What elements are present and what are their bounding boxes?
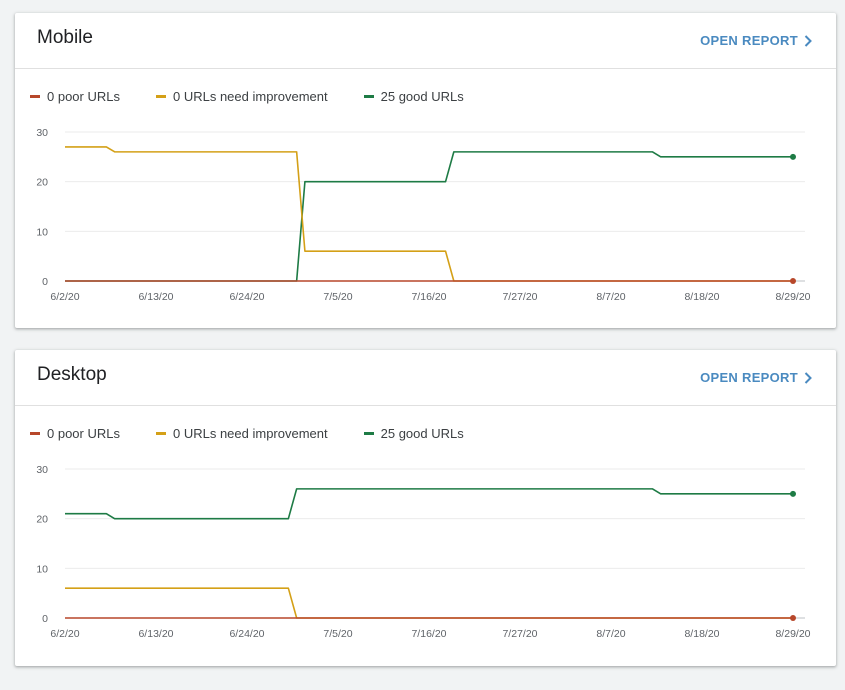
y-tick-label: 30 — [36, 464, 48, 476]
x-tick-label: 6/13/20 — [138, 628, 173, 640]
series-end-point-poor[interactable] — [790, 278, 796, 284]
x-tick-label: 7/16/20 — [411, 291, 446, 303]
x-tick-label: 6/24/20 — [229, 291, 264, 303]
series-line-good[interactable] — [65, 151, 793, 282]
x-tick-label: 8/29/20 — [775, 628, 810, 640]
series-line-needs-improvement[interactable] — [65, 146, 793, 282]
series-line-needs-improvement[interactable] — [65, 587, 793, 619]
x-tick-label: 7/16/20 — [411, 628, 446, 640]
y-tick-label: 20 — [36, 514, 48, 526]
x-tick-label: 6/2/20 — [50, 628, 79, 640]
y-tick-label: 0 — [42, 613, 48, 625]
desktop-line-chart: 0 10 20 30 6/2/20 6/13/20 6/24/20 7/5/20 7/16/20… — [36, 464, 810, 640]
desktop-card: Desktop OPEN REPORT 0 poor URLs 0 URLs n… — [15, 350, 836, 666]
x-tick-label: 8/29/20 — [775, 291, 810, 303]
series-end-point-good[interactable] — [790, 153, 796, 160]
x-tick-label: 8/18/20 — [684, 628, 719, 640]
x-tick-label: 7/5/20 — [323, 291, 352, 303]
x-tick-label: 7/27/20 — [502, 291, 537, 303]
x-tick-label: 6/13/20 — [138, 291, 173, 303]
x-tick-label: 7/5/20 — [323, 628, 352, 640]
series-line-good[interactable] — [65, 488, 793, 520]
mobile-line-chart: 0 10 20 30 6/2/20 6/13/20 6/24/20 7/5/20 7/16/20… — [36, 127, 810, 303]
y-tick-label: 20 — [36, 177, 48, 189]
x-tick-label: 6/2/20 — [50, 291, 79, 303]
y-tick-label: 10 — [36, 226, 48, 238]
y-tick-label: 10 — [36, 563, 48, 575]
x-tick-label: 8/7/20 — [596, 291, 625, 303]
x-tick-label: 6/24/20 — [229, 628, 264, 640]
x-tick-label: 8/18/20 — [684, 291, 719, 303]
x-tick-label: 8/7/20 — [596, 628, 625, 640]
series-end-point-good[interactable] — [790, 490, 796, 497]
x-tick-label: 7/27/20 — [502, 628, 537, 640]
series-end-point-poor[interactable] — [790, 615, 796, 621]
y-tick-label: 0 — [42, 276, 48, 288]
y-tick-label: 30 — [36, 127, 48, 139]
mobile-card: Mobile OPEN REPORT 0 poor URLs 0 URLs ne… — [15, 13, 836, 328]
